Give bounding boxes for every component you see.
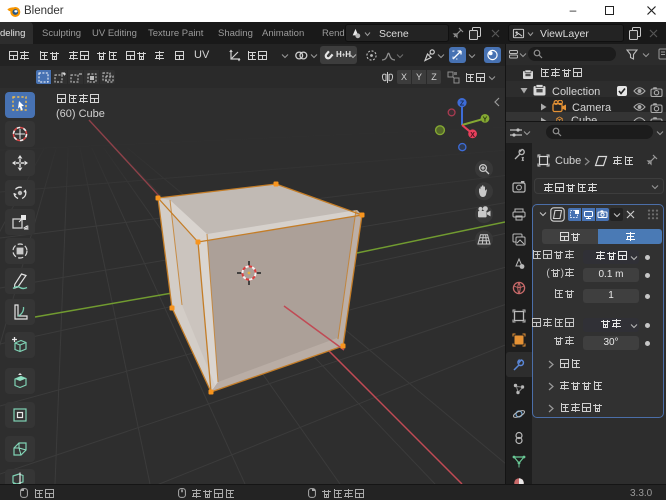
- svg-text:Z: Z: [460, 101, 465, 108]
- svg-text:X: X: [470, 132, 475, 139]
- svg-text:Y: Y: [483, 116, 488, 123]
